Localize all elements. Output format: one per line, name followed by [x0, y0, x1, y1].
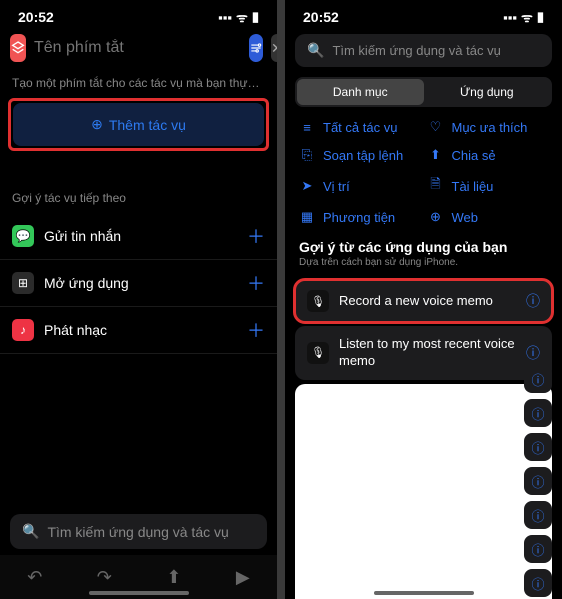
tab-category[interactable]: Danh mục	[297, 79, 424, 105]
media-icon: ▦	[299, 209, 315, 225]
heart-icon: ♡	[428, 119, 444, 135]
apps-icon: ⊞	[12, 272, 34, 294]
plus-circle-icon: ⊕	[91, 116, 103, 133]
info-icon[interactable]: ⓘ	[524, 535, 552, 563]
cat-documents[interactable]: 🗎 Tài liệu	[428, 175, 549, 197]
cat-label: Chia sẻ	[452, 148, 496, 163]
list-icon: ≡	[299, 120, 315, 135]
cat-label: Tài liệu	[452, 179, 494, 194]
info-icon[interactable]: ⓘ	[524, 399, 552, 427]
add-action-label: Thêm tác vụ	[109, 117, 186, 133]
status-icons: ▪▪▪ ᯤ ▮	[218, 8, 259, 26]
status-bar: 20:52 ▪▪▪ ᯤ ▮	[0, 0, 277, 28]
web-icon: ⊕	[428, 209, 444, 225]
time: 20:52	[18, 9, 54, 25]
shortcut-header: ✕	[0, 28, 277, 68]
suggestion-send-message[interactable]: 💬 Gửi tin nhắn ＋	[0, 213, 277, 260]
status-bar: 20:52 ▪▪▪ ᯤ ▮	[285, 0, 562, 28]
plus-icon[interactable]: ＋	[247, 317, 265, 343]
add-action-button[interactable]: ⊕ Thêm tác vụ	[13, 103, 264, 146]
info-icon[interactable]: ⓘ	[524, 433, 552, 461]
info-column: ⓘ ⓘ ⓘ ⓘ ⓘ ⓘ ⓘ	[524, 365, 552, 597]
info-icon[interactable]: ⓘ	[526, 291, 540, 311]
plus-icon[interactable]: ＋	[247, 270, 265, 296]
category-grid: ≡ Tất cả tác vụ ♡ Mục ưa thích ⎘ Soạn tập l…	[285, 119, 562, 225]
suggestion-listen-voice-memo[interactable]: 🎙 Listen to my most recent voice memo ⓘ	[295, 326, 552, 380]
cat-label: Mục ưa thích	[452, 120, 528, 135]
cat-media[interactable]: ▦ Phương tiện	[299, 209, 420, 225]
left-screen: 20:52 ▪▪▪ ᯤ ▮ ✕ Tạo một phím tắt cho các…	[0, 0, 277, 599]
messages-icon: 💬	[12, 225, 34, 247]
battery-icon: ▮	[252, 9, 259, 25]
suggestion-label: Record a new voice memo	[339, 293, 516, 310]
next-suggestions-label: Gợi ý tác vụ tiếp theo	[0, 191, 277, 205]
segmented-control: Danh mục Ứng dụng	[295, 77, 552, 107]
undo-icon[interactable]: ↶	[27, 567, 42, 588]
add-action-highlight: ⊕ Thêm tác vụ	[8, 98, 269, 151]
suggestion-record-voice-memo[interactable]: 🎙 Record a new voice memo ⓘ	[295, 280, 552, 322]
cat-label: Tất cả tác vụ	[323, 120, 397, 135]
cat-label: Vị trí	[323, 179, 350, 194]
redo-icon[interactable]: ↷	[97, 567, 112, 588]
cat-label: Phương tiện	[323, 210, 395, 225]
search-icon: 🔍	[307, 42, 324, 59]
music-icon: ♪	[12, 319, 34, 341]
cat-location[interactable]: ➤ Vị trí	[299, 175, 420, 197]
signal-icon: ▪▪▪	[218, 10, 232, 25]
info-icon[interactable]: ⓘ	[524, 365, 552, 393]
wifi-icon: ᯤ	[521, 8, 533, 26]
shortcut-name-input[interactable]	[34, 39, 241, 57]
suggestion-open-app[interactable]: ⊞ Mở ứng dụng ＋	[0, 260, 277, 307]
cat-web[interactable]: ⊕ Web	[428, 209, 549, 225]
voice-memo-icon: 🎙	[307, 342, 329, 364]
share-icon: ⬆	[428, 147, 444, 163]
suggestion-label: Gửi tin nhắn	[44, 228, 237, 244]
info-icon[interactable]: ⓘ	[524, 467, 552, 495]
close-button[interactable]: ✕	[271, 34, 277, 62]
cat-scripting[interactable]: ⎘ Soạn tập lệnh	[299, 147, 420, 163]
tab-apps[interactable]: Ứng dụng	[424, 79, 551, 105]
info-icon[interactable]: ⓘ	[526, 343, 540, 363]
plus-icon[interactable]: ＋	[247, 223, 265, 249]
info-icon[interactable]: ⓘ	[524, 569, 552, 597]
scripting-icon: ⎘	[299, 147, 315, 163]
suggestion-play-music[interactable]: ♪ Phát nhạc ＋	[0, 307, 277, 354]
search-bar[interactable]: 🔍 Tìm kiếm ứng dụng và tác vụ	[295, 34, 552, 67]
home-indicator[interactable]	[374, 591, 474, 595]
suggestion-label: Mở ứng dụng	[44, 275, 237, 291]
time: 20:52	[303, 9, 339, 25]
wifi-icon: ᯤ	[236, 8, 248, 26]
settings-button[interactable]	[249, 34, 263, 62]
status-icons: ▪▪▪ ᯤ ▮	[503, 8, 544, 26]
app-suggestions-title: Gợi ý từ các ứng dụng của bạn	[285, 225, 562, 255]
search-bar[interactable]: 🔍 Tìm kiếm ứng dụng và tác vụ	[10, 514, 267, 549]
description-text: Tạo một phím tắt cho các tác vụ mà bạn t…	[0, 68, 277, 98]
share-icon[interactable]: ⬆	[166, 567, 181, 588]
location-icon: ➤	[299, 178, 315, 194]
suggestion-label: Phát nhạc	[44, 322, 237, 338]
suggestion-label: Listen to my most recent voice memo	[339, 336, 516, 370]
battery-icon: ▮	[537, 9, 544, 25]
home-indicator[interactable]	[89, 591, 189, 595]
signal-icon: ▪▪▪	[503, 10, 517, 25]
play-icon[interactable]: ▶	[236, 567, 250, 588]
right-screen: 20:52 ▪▪▪ ᯤ ▮ 🔍 Tìm kiếm ứng dụng và tác…	[285, 0, 562, 599]
cat-favorites[interactable]: ♡ Mục ưa thích	[428, 119, 549, 135]
cat-all-actions[interactable]: ≡ Tất cả tác vụ	[299, 119, 420, 135]
cat-sharing[interactable]: ⬆ Chia sẻ	[428, 147, 549, 163]
shortcut-app-icon[interactable]	[10, 34, 26, 62]
cat-label: Web	[452, 210, 479, 225]
search-icon: 🔍	[22, 523, 39, 540]
search-placeholder: Tìm kiếm ứng dụng và tác vụ	[47, 524, 228, 540]
app-suggestions-subtitle: Dựa trên cách bạn sử dụng iPhone.	[285, 255, 562, 276]
info-icon[interactable]: ⓘ	[524, 501, 552, 529]
cat-label: Soạn tập lệnh	[323, 148, 403, 163]
voice-memo-icon: 🎙	[307, 290, 329, 312]
document-icon: 🗎	[428, 175, 444, 197]
suggestion-preview-card[interactable]	[295, 384, 552, 599]
search-placeholder: Tìm kiếm ứng dụng và tác vụ	[332, 43, 500, 58]
